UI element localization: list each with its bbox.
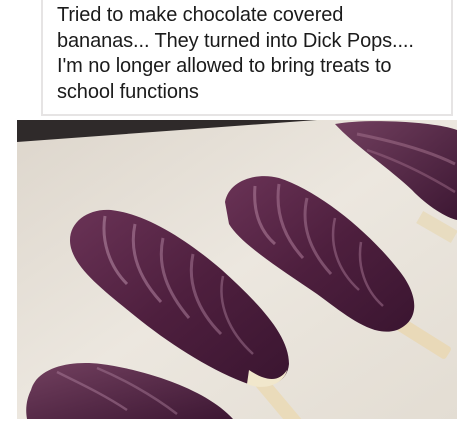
- caption-border-left: [41, 0, 43, 116]
- photo-illustration: [17, 120, 457, 419]
- caption-text: Tried to make chocolate covered bananas.…: [57, 4, 414, 103]
- caption-card: Tried to make chocolate covered bananas.…: [0, 0, 474, 118]
- banana-pops-photo: [17, 120, 457, 419]
- caption-border-bottom: [41, 114, 453, 116]
